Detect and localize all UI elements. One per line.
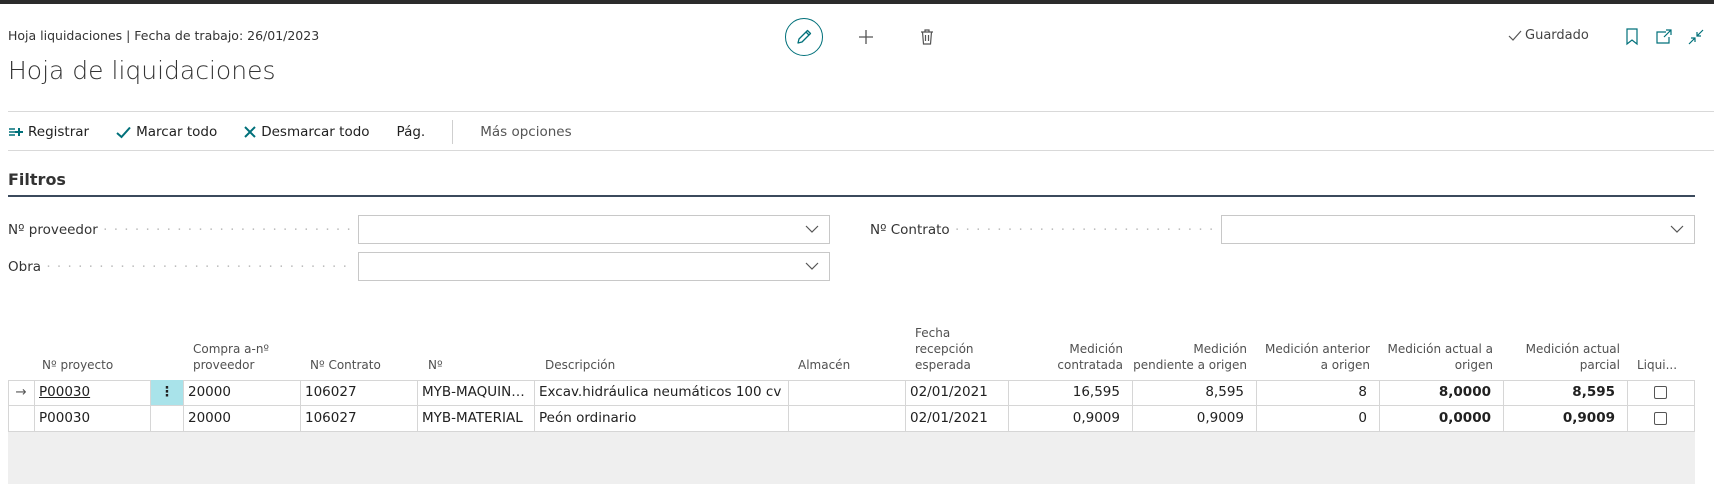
saved-status: Guardado xyxy=(1508,28,1589,43)
obra-filter-select[interactable] xyxy=(358,252,830,281)
trash-icon xyxy=(921,29,933,45)
check-icon xyxy=(116,126,131,138)
liquidar-checkbox[interactable] xyxy=(1654,412,1667,425)
liquidar-cell xyxy=(1627,406,1695,432)
col-descripcion[interactable]: Descripción xyxy=(545,357,615,373)
col-fecha[interactable]: Fecha recepción esperada xyxy=(915,325,974,373)
chevron-down-icon xyxy=(1670,225,1684,233)
breadcrumb: Hoja liquidaciones | Fecha de trabajo: 2… xyxy=(8,28,320,43)
col-proyecto[interactable]: Nº proyecto xyxy=(42,357,113,373)
desmarcar-todo-button[interactable]: Desmarcar todo xyxy=(244,124,370,140)
open-new-window-button[interactable] xyxy=(1651,24,1677,50)
row-menu-cell[interactable] xyxy=(150,406,183,432)
descripcion-cell[interactable]: Peón ordinario xyxy=(534,406,788,432)
row-indicator xyxy=(8,406,34,432)
med-anterior-cell[interactable]: 0 xyxy=(1256,406,1379,432)
plus-icon xyxy=(859,30,873,44)
med-contratada-cell[interactable]: 0,9009 xyxy=(1008,406,1132,432)
med-contratada-cell[interactable]: 16,595 xyxy=(1008,380,1132,406)
proyecto-cell[interactable]: P00030 xyxy=(34,406,150,432)
registrar-label: Registrar xyxy=(28,124,90,140)
col-almacen[interactable]: Almacén xyxy=(798,357,850,373)
col-contrato[interactable]: Nº Contrato xyxy=(310,357,381,373)
med-anterior-cell[interactable]: 8 xyxy=(1256,380,1379,406)
med-actual-origen-cell[interactable]: 0,0000 xyxy=(1379,406,1503,432)
open-new-window-icon xyxy=(1656,29,1672,44)
no-cell[interactable]: MYB-MAQUINA... xyxy=(417,380,534,406)
check-icon xyxy=(1508,30,1522,41)
no-cell[interactable]: MYB-MATERIAL xyxy=(417,406,534,432)
contrato-cell[interactable]: 106027 xyxy=(300,406,417,432)
bookmark-icon xyxy=(1626,28,1638,46)
pag-menu[interactable]: Pág. xyxy=(397,124,426,140)
marcar-todo-button[interactable]: Marcar todo xyxy=(116,124,217,140)
action-separator xyxy=(452,120,454,144)
compra-cell[interactable]: 20000 xyxy=(183,406,300,432)
almacen-cell[interactable] xyxy=(788,406,905,432)
pencil-icon xyxy=(797,29,812,44)
mas-opciones-label: Más opciones xyxy=(480,124,572,140)
col-no[interactable]: Nº xyxy=(428,357,443,373)
new-button[interactable] xyxy=(853,24,879,50)
col-med-pendiente[interactable]: Medición pendiente a origen xyxy=(1128,341,1247,373)
pag-label: Pág. xyxy=(396,124,426,140)
col-liquidar[interactable]: Liqui... xyxy=(1637,357,1677,373)
proveedor-filter-label: Nº proveedor xyxy=(8,222,353,238)
proveedor-filter-select[interactable] xyxy=(358,215,830,244)
liquidar-cell xyxy=(1627,380,1695,406)
filters-section-title: Filtros xyxy=(8,170,66,189)
action-bar-divider xyxy=(8,150,1714,151)
edit-button[interactable] xyxy=(785,18,823,56)
col-med-contratada[interactable]: Medición contratada xyxy=(1013,341,1123,373)
marcar-todo-label: Marcar todo xyxy=(136,124,218,140)
row-indicator: → xyxy=(15,384,27,400)
desmarcar-todo-label: Desmarcar todo xyxy=(261,124,370,140)
chevron-down-icon xyxy=(805,262,819,270)
almacen-cell[interactable] xyxy=(788,380,905,406)
descripcion-cell[interactable]: Excav.hidráulica neumáticos 100 cv xyxy=(534,380,788,406)
col-compra[interactable]: Compra a-nº proveedor xyxy=(193,341,269,373)
grid-empty-area xyxy=(8,432,1695,484)
filters-section-rule xyxy=(8,195,1695,197)
mas-opciones-button[interactable]: Más opciones xyxy=(480,124,571,140)
obra-filter-label: Obra xyxy=(8,259,353,275)
proyecto-link[interactable]: P00030 xyxy=(34,380,150,406)
registrar-button[interactable]: Registrar xyxy=(8,124,89,140)
row-menu-button[interactable]: ⋮ xyxy=(150,380,183,406)
close-icon xyxy=(244,126,256,138)
med-actual-parcial-cell[interactable]: 8,595 xyxy=(1503,380,1627,406)
med-pendiente-cell[interactable]: 8,595 xyxy=(1132,380,1256,406)
col-med-anterior[interactable]: Medición anterior a origen xyxy=(1253,341,1370,373)
col-med-actual-parcial[interactable]: Medición actual parcial xyxy=(1498,341,1620,373)
chevron-down-icon xyxy=(805,225,819,233)
action-bar: Registrar Marcar todo Desmarcar todo Pág… xyxy=(8,112,572,152)
med-actual-origen-cell[interactable]: 8,0000 xyxy=(1379,380,1503,406)
top-bar xyxy=(0,0,1714,4)
liquidar-checkbox[interactable] xyxy=(1654,386,1667,399)
med-pendiente-cell[interactable]: 0,9009 xyxy=(1132,406,1256,432)
collapse-button[interactable] xyxy=(1683,24,1709,50)
contrato-filter-select[interactable] xyxy=(1221,215,1695,244)
fecha-cell[interactable]: 02/01/2021 xyxy=(905,380,1008,406)
contrato-filter-label: Nº Contrato xyxy=(870,222,1215,238)
fecha-cell[interactable]: 02/01/2021 xyxy=(905,406,1008,432)
delete-button[interactable] xyxy=(914,24,940,50)
collapse-icon xyxy=(1688,29,1704,45)
med-actual-parcial-cell[interactable]: 0,9009 xyxy=(1503,406,1627,432)
bookmark-button[interactable] xyxy=(1619,24,1645,50)
grid-header: Nº proyecto Compra a-nº proveedor Nº Cont… xyxy=(8,318,1695,380)
compra-cell[interactable]: 20000 xyxy=(183,380,300,406)
table-row[interactable]: P00030 20000 106027 MYB-MATERIAL Peón or… xyxy=(8,405,1695,432)
table-row[interactable]: → P00030 ⋮ 20000 106027 MYB-MAQUINA... E… xyxy=(8,380,1695,406)
contrato-cell[interactable]: 106027 xyxy=(300,380,417,406)
saved-label: Guardado xyxy=(1525,28,1589,43)
post-icon xyxy=(9,127,23,136)
page-title: Hoja de liquidaciones xyxy=(8,56,276,85)
col-med-actual-origen[interactable]: Medición actual a origen xyxy=(1376,341,1494,373)
